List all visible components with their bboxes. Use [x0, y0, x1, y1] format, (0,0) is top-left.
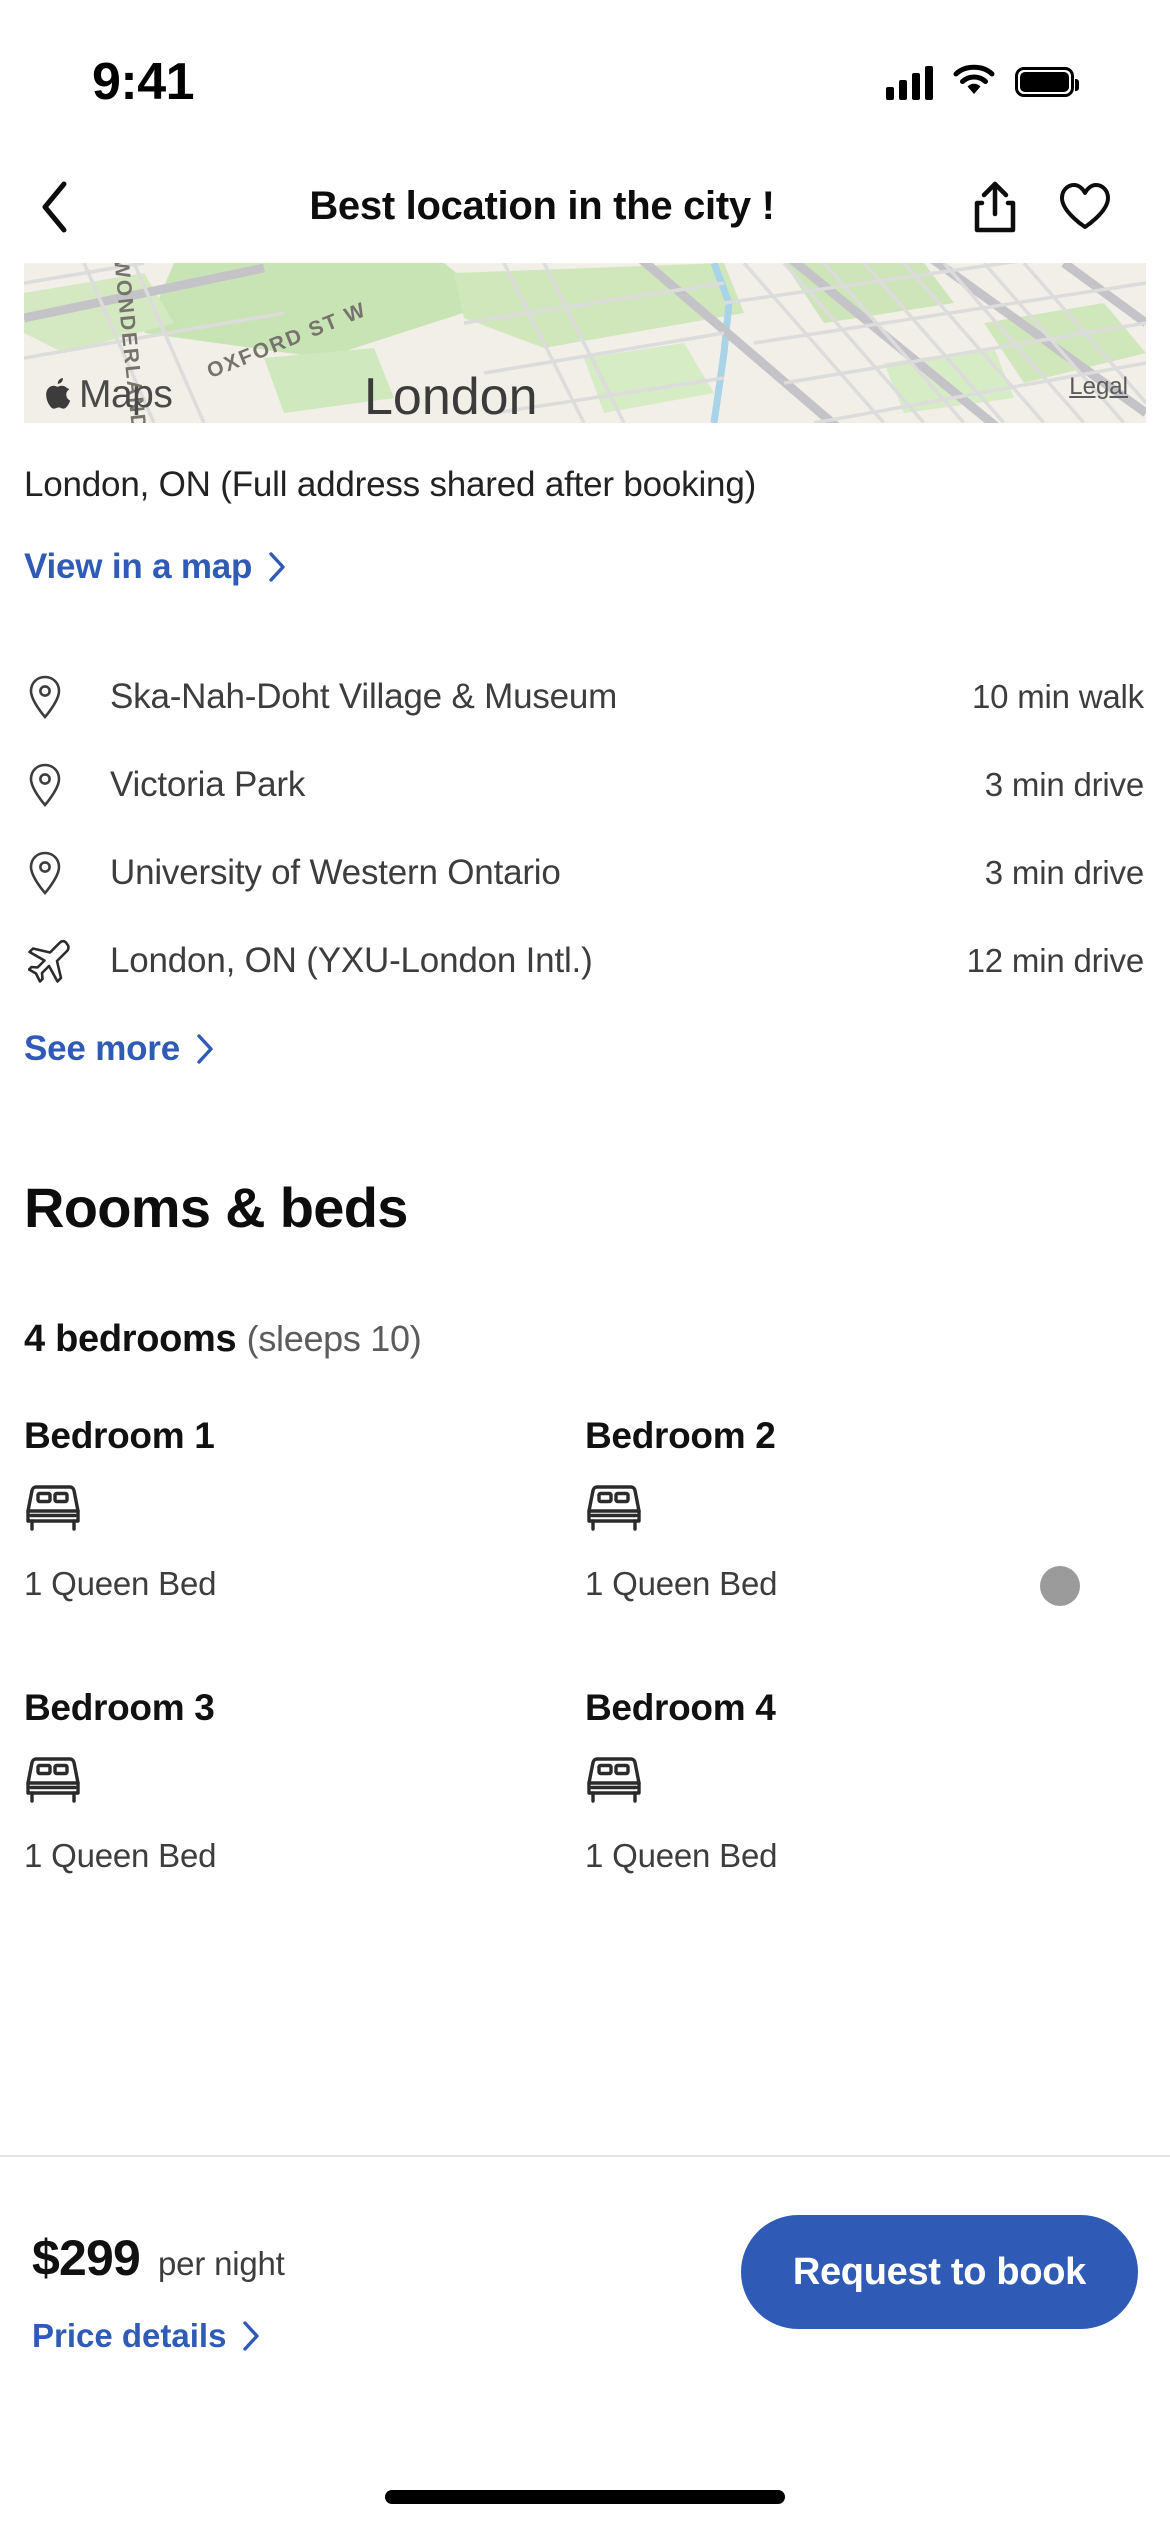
share-icon — [974, 181, 1016, 232]
poi-name: Victoria Park — [110, 765, 306, 804]
property-address: London, ON (Full address shared after bo… — [24, 465, 757, 504]
poi-name: University of Western Ontario — [110, 853, 561, 892]
bedroom-title: Bedroom 4 — [585, 1687, 776, 1728]
bed-description: 1 Queen Bed — [24, 1565, 217, 1602]
section-title-rooms-beds: Rooms & beds — [24, 1176, 408, 1239]
chevron-right-icon — [269, 552, 285, 582]
navigation-bar: Best location in the city ! — [0, 150, 1170, 263]
wifi-icon — [953, 64, 995, 101]
bedroom-grid: Bedroom 1 1 Queen Bed Bedroom 2 1 Queen … — [24, 1415, 1146, 1901]
bed-icon — [585, 1483, 1146, 1535]
see-more-link[interactable]: See more — [24, 1029, 214, 1069]
list-item: London, ON (YXU-London Intl.) 12 min dri… — [24, 917, 1146, 1005]
poi-name: Ska-Nah-Doht Village & Museum — [110, 677, 618, 716]
chevron-left-icon — [42, 181, 67, 232]
cellular-signal-icon — [886, 64, 933, 100]
bed-icon — [24, 1483, 585, 1535]
list-item: University of Western Ontario 3 min driv… — [24, 829, 1146, 917]
bedroom-card: Bedroom 1 1 Queen Bed — [24, 1415, 585, 1629]
status-indicators — [886, 64, 1079, 101]
bed-description: 1 Queen Bed — [24, 1837, 217, 1874]
nav-actions — [968, 180, 1170, 234]
airplane-icon — [24, 939, 86, 983]
booking-bar: $299 per night Price details Request to … — [0, 2157, 1170, 2437]
poi-time: 3 min drive — [984, 766, 1144, 803]
map-pin-icon — [24, 763, 86, 807]
view-in-map-link[interactable]: View in a map — [24, 547, 286, 587]
bedroom-title: Bedroom 2 — [585, 1415, 776, 1456]
poi-name: London, ON (YXU-London Intl.) — [110, 941, 593, 980]
list-item: Ska-Nah-Doht Village & Museum 10 min wal… — [24, 653, 1146, 741]
chevron-right-icon — [197, 1034, 213, 1064]
share-button[interactable] — [968, 180, 1022, 234]
price-amount: $299 — [32, 2230, 141, 2286]
chevron-right-icon — [243, 2321, 260, 2351]
status-time: 9:41 — [92, 53, 195, 111]
sleeps-count: (sleeps 10) — [246, 1318, 422, 1359]
map-pin-icon — [24, 851, 86, 895]
map-legal-link[interactable]: Legal — [1069, 373, 1128, 401]
location-map[interactable]: OXFORD ST W WONDERLAND RD N HIGHBURY Map… — [24, 263, 1146, 423]
points-of-interest-list: Ska-Nah-Doht Village & Museum 10 min wal… — [24, 653, 1146, 1005]
phone-screen: 9:41 Best location in the city ! OXFORD … — [0, 0, 1170, 2532]
bed-icon — [585, 1755, 1146, 1807]
see-more-label: See more — [24, 1029, 180, 1068]
tap-indicator — [1040, 1566, 1080, 1606]
map-pin-icon — [24, 675, 86, 719]
battery-icon — [1015, 67, 1079, 97]
poi-time: 12 min drive — [966, 942, 1145, 979]
poi-time: 3 min drive — [984, 854, 1144, 891]
bedroom-title: Bedroom 1 — [24, 1415, 215, 1456]
status-bar: 9:41 — [0, 0, 1170, 150]
bedroom-title: Bedroom 3 — [24, 1687, 215, 1728]
map-city-label: London — [364, 368, 538, 423]
apple-maps-label: Maps — [79, 373, 173, 416]
map-tiles — [24, 263, 1146, 423]
request-to-book-button[interactable]: Request to book — [740, 2215, 1138, 2329]
price-details-link[interactable]: Price details — [32, 2317, 260, 2355]
page-title: Best location in the city ! — [309, 184, 775, 228]
price-block: $299 per night Price details — [32, 2157, 285, 2355]
view-in-map-label: View in a map — [24, 547, 253, 586]
bedroom-summary: 4 bedrooms (sleeps 10) — [24, 1318, 1146, 1361]
apple-logo-icon — [46, 378, 71, 409]
heart-icon — [1060, 182, 1110, 229]
main-content: London, ON (Full address shared after bo… — [0, 423, 1170, 1901]
bed-icon — [24, 1755, 585, 1807]
apple-maps-logo: Maps — [46, 373, 173, 417]
price-line: $299 per night — [32, 2229, 285, 2287]
bedroom-card: Bedroom 4 1 Queen Bed — [585, 1629, 1146, 1901]
bed-description: 1 Queen Bed — [585, 1837, 778, 1874]
home-indicator — [385, 2490, 785, 2504]
list-item: Victoria Park 3 min drive — [24, 741, 1146, 829]
bedroom-count: 4 bedrooms — [24, 1318, 237, 1360]
back-button[interactable] — [0, 150, 110, 263]
bedroom-card: Bedroom 3 1 Queen Bed — [24, 1629, 585, 1901]
favorite-button[interactable] — [1058, 180, 1112, 234]
price-unit: per night — [158, 2245, 285, 2282]
price-details-label: Price details — [32, 2317, 227, 2354]
poi-time: 10 min walk — [971, 678, 1144, 715]
